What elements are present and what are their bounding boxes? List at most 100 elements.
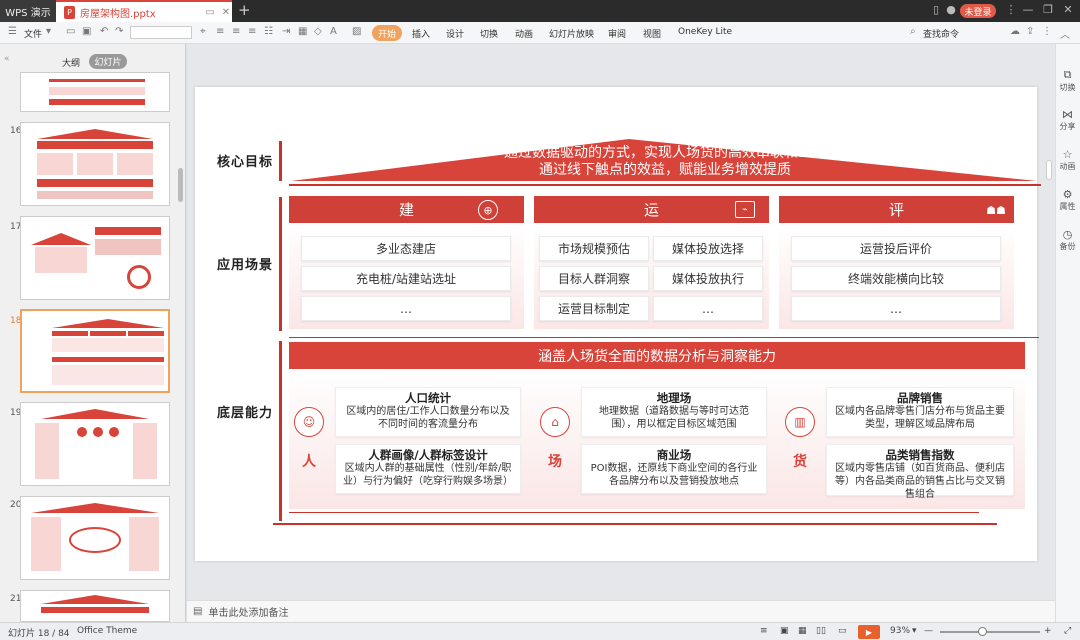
play-slideshow-button[interactable]: ▶ — [858, 625, 880, 639]
properties-tool[interactable]: ⚙ 属性 — [1055, 188, 1080, 212]
list-icon[interactable]: ☷ — [264, 26, 273, 37]
align-icon[interactable]: ≡ — [760, 626, 768, 636]
fit-window-icon[interactable]: ⤢ — [1064, 626, 1071, 636]
font-box[interactable] — [130, 26, 192, 39]
login-button[interactable]: 未登录 — [960, 4, 996, 18]
format-painter-icon[interactable]: ⌖ — [200, 26, 206, 37]
outline-tab[interactable]: 大纲 — [62, 56, 80, 69]
scenario-item: 终端效能横向比较 — [791, 266, 1001, 291]
file-menu[interactable]: 文件 — [24, 27, 42, 40]
save-icon[interactable]: ▣ — [82, 26, 91, 37]
tab-slideshow[interactable]: 幻灯片放映 — [549, 27, 594, 40]
share-icon[interactable]: ⇪ — [1026, 26, 1034, 37]
capability-desc: 区域内人群的基础属性（性别/年龄/职业）与行为偏好（吃穿行购娱多场景） — [343, 463, 513, 487]
table-icon[interactable]: ▦ — [298, 26, 307, 37]
reading-view-icon[interactable]: ▯▯ — [816, 626, 826, 636]
animation-tool[interactable]: ☆ 动画 — [1055, 148, 1080, 172]
zoom-slider[interactable] — [940, 631, 1040, 633]
slide-sorter-icon[interactable]: ▦ — [798, 626, 807, 636]
zoom-down-icon[interactable]: ▾ — [912, 626, 917, 636]
capability-title: 品类销售指数 — [885, 448, 955, 462]
shape-icon[interactable]: ◇ — [314, 26, 322, 37]
normal-view-icon[interactable]: ▣ — [780, 626, 789, 636]
search-icon[interactable]: ⌕ — [910, 26, 916, 37]
slide-thumbnail[interactable] — [20, 216, 170, 300]
user-avatar-icon[interactable]: ● — [943, 3, 959, 16]
app-name[interactable]: WPS 演示 — [0, 0, 56, 22]
panel-scrollbar[interactable] — [178, 168, 183, 202]
tab-design[interactable]: 设计 — [446, 27, 464, 40]
capability-desc: 地理数据（道路数据与等时可达范围），用以框定目标区域范围 — [599, 406, 749, 430]
scenario-item: 市场规模预估 — [539, 236, 649, 261]
collapse-ribbon-icon[interactable]: ︿ — [1060, 26, 1070, 41]
slide-thumbnail[interactable] — [20, 72, 170, 112]
redo-icon[interactable]: ↷ — [115, 26, 123, 37]
document-tab[interactable]: P 房屋架构图.pptx ▭ ✕ — [56, 0, 232, 22]
column-title: 运 — [643, 201, 659, 219]
search-command[interactable]: 查找命令 — [923, 27, 959, 40]
slide-canvas[interactable]: 核心目标 应用场景 底层能力 通过数据驱动的方式，实现人场货的高效串联和匹配 通… — [195, 87, 1041, 561]
open-icon[interactable]: ▭ — [66, 26, 75, 37]
align-right-icon[interactable]: ≡ — [248, 26, 256, 37]
align-center-icon[interactable]: ≡ — [232, 26, 240, 37]
slide-thumbnail[interactable] — [20, 496, 170, 580]
zoom-out-icon[interactable]: — — [924, 626, 933, 636]
tab-review[interactable]: 审阅 — [608, 27, 626, 40]
tab-animation[interactable]: 动画 — [515, 27, 533, 40]
window-layout-icon[interactable]: ▯ — [928, 3, 944, 16]
status-bar: 幻灯片 18 / 84 Office Theme ≡ ▣ ▦ ▯▯ ▭ ▶ 93… — [0, 622, 1080, 640]
canvas-scrollbar[interactable] — [1046, 160, 1052, 180]
maximize-icon[interactable]: ❐ — [1040, 3, 1056, 16]
zoom-level[interactable]: 93% — [890, 626, 910, 636]
minimize-icon[interactable]: — — [1020, 3, 1036, 16]
tab-insert[interactable]: 插入 — [412, 27, 430, 40]
foundation-line — [289, 512, 979, 513]
backup-tool[interactable]: ◷ 备份 — [1055, 228, 1080, 252]
tab-transition[interactable]: 切换 — [480, 27, 498, 40]
indent-icon[interactable]: ⇥ — [282, 26, 290, 37]
globe-icon: ⊕ — [478, 200, 498, 220]
tab-view[interactable]: 视图 — [643, 27, 661, 40]
column-header-evaluate: 评 — [779, 196, 1014, 223]
section-separator — [289, 337, 1039, 338]
slide-thumbnail[interactable] — [20, 402, 170, 486]
align-left-icon[interactable]: ≡ — [216, 26, 224, 37]
undo-icon[interactable]: ↶ — [100, 26, 108, 37]
slide-thumbnail-selected[interactable] — [20, 309, 170, 393]
more-icon[interactable]: ⋮ — [1003, 3, 1019, 16]
tab-start[interactable]: 开始 — [372, 25, 402, 41]
notes-area[interactable]: ▤ 单击此处添加备注 — [187, 600, 1055, 622]
scenario-item: … — [653, 296, 763, 321]
scenario-item: 多业态建店 — [301, 236, 511, 261]
chevron-down-icon[interactable]: ▾ — [46, 26, 51, 37]
capability-char-goods: 货 — [793, 454, 807, 470]
capability-char-people: 人 — [302, 454, 316, 470]
monitor-icon[interactable]: ▭ — [204, 7, 216, 18]
scenario-item: 运营投后评价 — [791, 236, 1001, 261]
collapse-panel-icon[interactable]: « — [4, 54, 10, 64]
zoom-slider-thumb[interactable] — [978, 627, 987, 636]
capability-box: 品牌销售 区域内各品牌零售门店分布与货品主要类型，理解区域品牌布局 — [826, 387, 1014, 437]
capability-desc: POI数据，还原线下商业空间的各行业各品牌分布以及营销投放地点 — [590, 463, 758, 487]
goods-icon: ▥ — [785, 407, 815, 437]
capability-desc: 区域内各品牌零售门店分布与货品主要类型，理解区域品牌布局 — [835, 406, 1005, 430]
present-icon[interactable]: ▭ — [838, 626, 847, 636]
transition-tool[interactable]: ⧉ 切换 — [1055, 68, 1080, 93]
new-tab-button[interactable]: + — [238, 1, 251, 19]
zoom-in-icon[interactable]: + — [1044, 626, 1052, 636]
image-icon[interactable]: ▨ — [352, 26, 361, 37]
close-window-icon[interactable]: ✕ — [1060, 3, 1076, 16]
tab-onekey-lite[interactable]: OneKey Lite — [678, 27, 732, 37]
slide-thumbnail[interactable] — [20, 590, 170, 622]
capability-title: 商业场 — [656, 448, 692, 462]
document-filename: 房屋架构图.pptx — [80, 8, 156, 20]
menu-icon[interactable]: ☰ — [8, 26, 17, 37]
slide-thumbnail[interactable] — [20, 122, 170, 206]
text-box-icon[interactable]: A — [330, 26, 337, 37]
more-menu-icon[interactable]: ⋮ — [1042, 26, 1052, 37]
slides-tab[interactable]: 幻灯片 — [89, 54, 127, 69]
share-tool[interactable]: ⋈ 分享 — [1055, 108, 1080, 132]
close-tab-icon[interactable]: ✕ — [220, 7, 232, 18]
star-icon: ☆ — [1062, 148, 1073, 161]
cloud-icon[interactable]: ☁ — [1010, 26, 1020, 37]
